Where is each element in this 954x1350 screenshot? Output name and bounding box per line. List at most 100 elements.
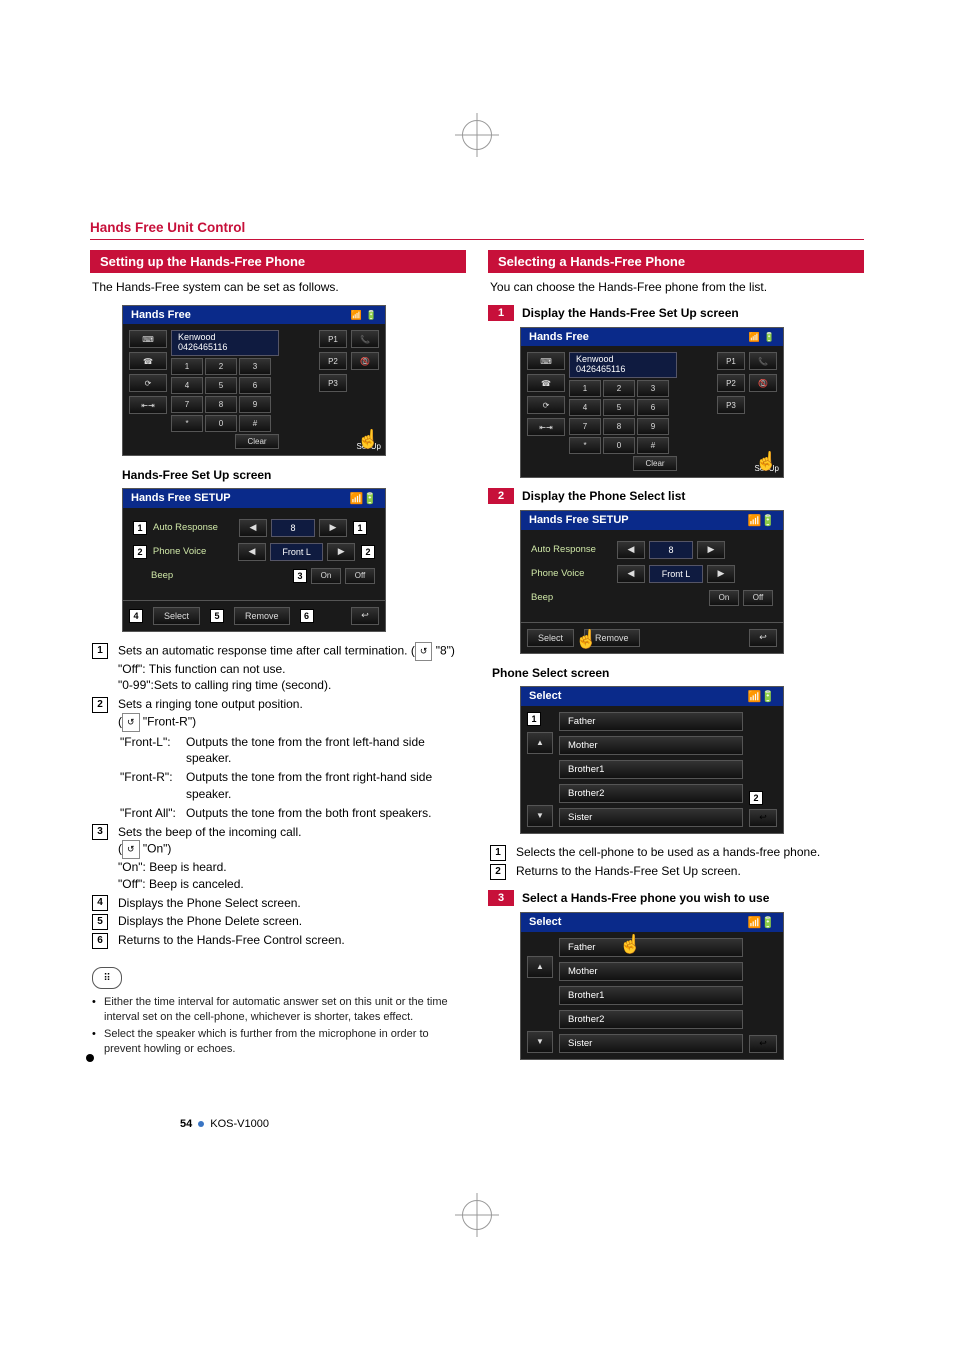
keypad-key[interactable]: 0 [205, 415, 237, 432]
select-button[interactable]: Select [527, 629, 574, 647]
keypad-key[interactable]: 1 [569, 380, 601, 397]
setup-corner-button[interactable]: Set Up [357, 442, 381, 451]
keypad-key[interactable]: 6 [239, 377, 271, 394]
clear-button[interactable]: Clear [633, 456, 677, 471]
list-item[interactable]: Brother1 [559, 760, 743, 779]
value-box: Front L [270, 543, 324, 561]
callout: 4 [129, 609, 143, 623]
keypad-key[interactable]: 4 [569, 399, 601, 416]
shortcut-button[interactable]: ☎ [527, 374, 565, 392]
keypad-key[interactable]: 0 [603, 437, 635, 454]
shortcut-button[interactable]: ⇤⇥ [527, 418, 565, 436]
list-item[interactable]: Sister [559, 1034, 743, 1053]
keypad-key[interactable]: 5 [205, 377, 237, 394]
return-icon[interactable]: ↩ [351, 607, 379, 625]
list-item[interactable]: Brother2 [559, 784, 743, 803]
hangup-icon[interactable]: 📵 [351, 352, 379, 370]
prev-button[interactable]: ◀ [617, 541, 645, 559]
shortcut-button[interactable]: ⇤⇥ [129, 396, 167, 414]
return-icon[interactable]: ↩ [749, 809, 777, 827]
keypad-key[interactable]: 4 [171, 377, 203, 394]
next-button[interactable]: ▶ [327, 543, 355, 561]
keypad-key[interactable]: 1 [171, 358, 203, 375]
preset-button[interactable]: P2 [717, 374, 745, 392]
prev-button[interactable]: ◀ [617, 565, 645, 583]
on-button[interactable]: On [709, 590, 739, 606]
select-title: Select [529, 690, 561, 703]
off-button[interactable]: Off [345, 568, 375, 584]
list-item[interactable]: Brother2 [559, 1010, 743, 1029]
scroll-down-button[interactable]: ▼ [527, 1031, 553, 1053]
list-item[interactable]: Mother [559, 736, 743, 755]
list-item[interactable]: Brother1 [559, 986, 743, 1005]
select-button[interactable]: Select [153, 607, 200, 625]
shot-title: Hands Free [131, 309, 191, 321]
value-box: Front L [649, 565, 703, 583]
keypad-key[interactable]: 2 [205, 358, 237, 375]
keypad-key[interactable]: 7 [171, 396, 203, 413]
preset-button[interactable]: P1 [717, 352, 745, 370]
shortcut-button[interactable]: ☎ [129, 352, 167, 370]
keypad-key[interactable]: 3 [239, 358, 271, 375]
scroll-down-button[interactable]: ▼ [527, 805, 553, 827]
scroll-up-button[interactable]: ▲ [527, 956, 553, 978]
call-icon[interactable]: 📞 [749, 352, 777, 370]
preset-button[interactable]: P1 [319, 330, 347, 348]
keypad-key[interactable]: * [569, 437, 601, 454]
remove-button[interactable]: Remove [584, 629, 640, 647]
prev-button[interactable]: ◀ [238, 543, 266, 561]
call-icon[interactable]: 📞 [351, 330, 379, 348]
callout: 5 [210, 609, 224, 623]
shortcut-button[interactable]: ⟳ [129, 374, 167, 392]
shortcut-button[interactable]: ⟳ [527, 396, 565, 414]
keypad-key[interactable]: # [239, 415, 271, 432]
next-button[interactable]: ▶ [697, 541, 725, 559]
note-item: Select the speaker which is further from… [92, 1027, 464, 1057]
keypad-key[interactable]: 9 [637, 418, 669, 435]
preset-button[interactable]: P2 [319, 352, 347, 370]
step-text: Display the Hands-Free Set Up screen [522, 306, 739, 320]
keypad-key[interactable]: 8 [205, 396, 237, 413]
keypad-key[interactable]: * [171, 415, 203, 432]
section-header: Hands Free Unit Control [90, 220, 864, 240]
keypad-key[interactable]: 8 [603, 418, 635, 435]
callout: 1 [133, 521, 147, 535]
setup-subhead: Hands-Free Set Up screen [122, 468, 466, 482]
next-button[interactable]: ▶ [319, 519, 347, 537]
shortcut-button[interactable]: ⌨ [527, 352, 565, 370]
return-icon[interactable]: ↩ [749, 1035, 777, 1053]
scroll-up-button[interactable]: ▲ [527, 732, 553, 754]
hangup-icon[interactable]: 📵 [749, 374, 777, 392]
keypad-key[interactable]: 7 [569, 418, 601, 435]
keypad-key[interactable]: # [637, 437, 669, 454]
callout: 3 [92, 824, 108, 840]
preset-button[interactable]: P3 [717, 396, 745, 414]
shortcut-button[interactable]: ⌨ [129, 330, 167, 348]
reset-icon: ↺ [122, 713, 140, 732]
preset-button[interactable]: P3 [319, 374, 347, 392]
next-button[interactable]: ▶ [707, 565, 735, 583]
setup-title: Hands Free SETUP [529, 514, 629, 527]
list-item[interactable]: Sister [559, 808, 743, 827]
remove-button[interactable]: Remove [234, 607, 290, 625]
reset-icon: ↺ [122, 840, 140, 859]
keypad-key[interactable]: 3 [637, 380, 669, 397]
list-item[interactable]: Mother [559, 962, 743, 981]
setup-corner-button[interactable]: Set Up [755, 464, 779, 473]
notes-icon: ⠿ [92, 967, 122, 989]
on-button[interactable]: On [311, 568, 341, 584]
keypad-key[interactable]: 9 [239, 396, 271, 413]
return-icon[interactable]: ↩ [749, 629, 777, 647]
keypad-key[interactable]: 5 [603, 399, 635, 416]
handsfree-setup-shot-2: Hands Free SETUP 📶🔋 Auto Response ◀ 8 ▶ … [520, 510, 784, 654]
off-button[interactable]: Off [743, 590, 773, 606]
prev-button[interactable]: ◀ [239, 519, 267, 537]
list-item[interactable]: Father [559, 938, 743, 957]
clear-button[interactable]: Clear [235, 434, 279, 449]
keypad-key[interactable]: 2 [603, 380, 635, 397]
row-label: Phone Voice [531, 568, 613, 579]
keypad-key[interactable]: 6 [637, 399, 669, 416]
callout: 1 [353, 521, 367, 535]
list-item[interactable]: Father [559, 712, 743, 731]
phone-select-shot-2: Select 📶🔋 ▲ ▼ Father Mother Brother1 Br [520, 912, 784, 1060]
